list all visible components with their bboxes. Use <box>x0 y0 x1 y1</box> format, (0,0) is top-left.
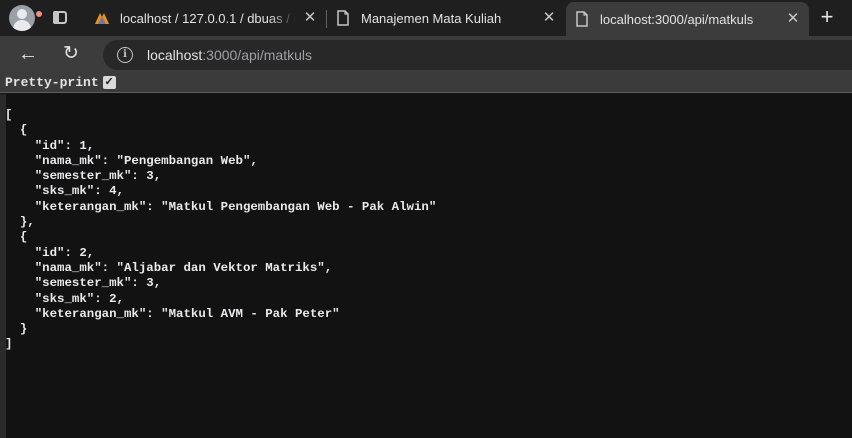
url-host: localhost <box>147 47 203 63</box>
json-body: [ { "id": 1, "nama_mk": "Pengembangan We… <box>5 108 437 352</box>
close-tab-icon[interactable]: ✕ <box>541 10 557 26</box>
new-tab-icon[interactable]: + <box>815 6 839 30</box>
url-text[interactable]: localhost:3000/api/matkuls <box>147 47 312 63</box>
profile-avatar-icon[interactable] <box>9 5 35 31</box>
document-icon <box>574 11 590 27</box>
tab-title: localhost:3000/api/matkuls <box>600 11 754 27</box>
tab-strip: localhost / 127.0.0.1 / dbuas / matkul ✕… <box>0 0 852 36</box>
reload-icon[interactable]: ↻ <box>57 40 85 68</box>
pretty-print-checkbox[interactable]: ✓ <box>102 75 116 89</box>
tab-phpmyadmin[interactable]: localhost / 127.0.0.1 / dbuas / matkul ✕ <box>86 0 326 36</box>
tab-title: Manajemen Mata Kuliah <box>361 10 502 26</box>
url-path: :3000/api/matkuls <box>202 47 312 63</box>
back-arrow-icon[interactable]: ← <box>14 40 42 68</box>
site-info-icon[interactable]: i <box>117 47 133 63</box>
close-tab-icon[interactable]: ✕ <box>785 11 801 27</box>
document-icon <box>335 10 351 26</box>
tab-api-matkuls[interactable]: localhost:3000/api/matkuls ✕ <box>566 2 809 36</box>
address-bar[interactable]: i localhost:3000/api/matkuls <box>103 40 852 70</box>
close-tab-icon[interactable]: ✕ <box>302 10 318 26</box>
tab-manajemen-mata-kuliah[interactable]: Manajemen Mata Kuliah ✕ <box>327 0 565 36</box>
browser-toolbar: ← ↻ i localhost:3000/api/matkuls <box>0 36 852 72</box>
json-viewer: [ { "id": 1, "nama_mk": "Pengembangan We… <box>0 94 852 438</box>
phpmyadmin-icon <box>94 10 110 26</box>
pretty-print-label: Pretty-print <box>5 74 99 90</box>
tab-title: localhost / 127.0.0.1 / dbuas / matkul <box>120 10 296 26</box>
pretty-print-bar: Pretty-print ✓ <box>0 72 852 93</box>
tab-search-icon[interactable] <box>50 8 70 28</box>
